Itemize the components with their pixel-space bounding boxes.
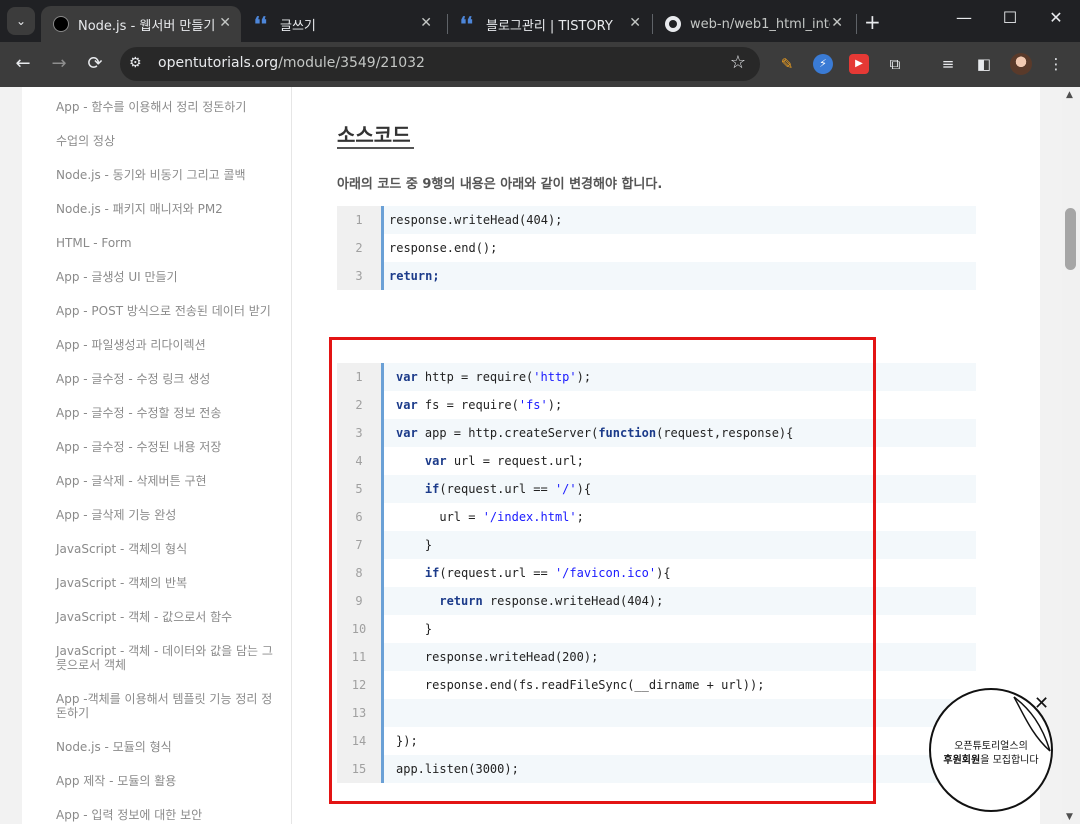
sidebar-item[interactable]: App - 파일생성과 리다이렉션 bbox=[56, 338, 280, 352]
minimize-button[interactable]: — bbox=[941, 8, 987, 27]
lesson-sidebar: App - 함수를 이용해서 정리 정돈하기 수업의 정상 Node.js - … bbox=[22, 87, 292, 824]
sidebar-item[interactable]: JavaScript - 객체 - 값으로서 함수 bbox=[56, 610, 280, 624]
browser-toolbar: ← → ⟳ ⚙ opentutorials.org/module/3549/21… bbox=[0, 42, 1080, 87]
scroll-thumb[interactable] bbox=[1065, 208, 1076, 270]
close-window-button[interactable]: ✕ bbox=[1033, 8, 1079, 27]
address-bar[interactable]: ⚙ opentutorials.org/module/3549/21032 ☆ bbox=[120, 47, 760, 81]
code-line: return; bbox=[389, 262, 440, 290]
side-panel-icon[interactable]: ◧ bbox=[974, 54, 994, 74]
tab-write-post[interactable]: ❛❛ 글쓰기 ✕ bbox=[242, 6, 442, 42]
close-icon[interactable]: ✕ bbox=[219, 15, 231, 31]
tab-title: 블로그관리 | TISTORY bbox=[486, 18, 613, 34]
site-info-icon[interactable]: ⚙ bbox=[129, 55, 147, 73]
url-path: /module/3549/21032 bbox=[278, 55, 425, 71]
code-row: 1 response.writeHead(404); bbox=[337, 206, 976, 234]
promo-line-1: 오픈튜토리얼스의 bbox=[954, 741, 1028, 752]
code-text: response.end(); bbox=[389, 241, 498, 255]
sidebar-item[interactable]: App - 글삭제 - 삭제버튼 구현 bbox=[56, 474, 280, 488]
page-margin-left bbox=[0, 87, 22, 824]
tistory-quote-icon: ❛❛ bbox=[254, 12, 267, 36]
code-line: response.end(); bbox=[389, 234, 497, 262]
code-text: return; bbox=[389, 269, 440, 283]
extension-video-icon[interactable]: ▶ bbox=[849, 54, 869, 74]
promo-rest: 을 모집합니다 bbox=[980, 755, 1039, 766]
extension-person-icon[interactable]: ✎ bbox=[777, 54, 797, 74]
scroll-down-arrow-icon[interactable]: ▼ bbox=[1066, 812, 1073, 822]
sidebar-item[interactable]: App - 글삭제 기능 완성 bbox=[56, 508, 280, 522]
sidebar-item[interactable]: App -객체를 이용해서 템플릿 기능 정리 정돈하기 bbox=[56, 692, 280, 720]
promo-line-2: 후원회원을 모집합니다 bbox=[939, 754, 1043, 768]
gutter-border bbox=[381, 206, 384, 290]
tistory-quote-icon: ❛❛ bbox=[460, 12, 473, 36]
reload-button[interactable]: ⟳ bbox=[84, 53, 106, 74]
sponsor-promo-text[interactable]: 오픈튜토리얼스의 후원회원을 모집합니다 bbox=[939, 740, 1043, 768]
tab-github-repo[interactable]: web-n/web1_html_interr ✕ bbox=[653, 6, 853, 42]
tab-separator bbox=[856, 14, 857, 34]
line-number: 2 bbox=[337, 234, 381, 262]
reading-list-icon[interactable]: ≡ bbox=[938, 54, 958, 74]
sidebar-item[interactable]: App - 글생성 UI 만들기 bbox=[56, 270, 280, 284]
line-number: 1 bbox=[337, 206, 381, 234]
extension-bolt-icon[interactable]: ⚡ bbox=[813, 54, 833, 74]
tab-title: Node.js - 웹서버 만들기 bbox=[78, 18, 216, 34]
highlight-annotation-box bbox=[329, 337, 876, 804]
code-line: response.writeHead(404); bbox=[389, 206, 562, 234]
vertical-scrollbar[interactable]: ▲ ▼ bbox=[1062, 87, 1080, 824]
sidebar-item[interactable]: Node.js - 패키지 매니저와 PM2 bbox=[56, 202, 280, 216]
sidebar-item[interactable]: App - 글수정 - 수정 링크 생성 bbox=[56, 372, 280, 386]
sidebar-item[interactable]: App - 입력 정보에 대한 보안 bbox=[56, 808, 280, 822]
close-icon[interactable]: ✕ bbox=[420, 15, 432, 31]
code-snippet-1: 1 response.writeHead(404); 2 response.en… bbox=[337, 206, 976, 290]
tab-title: web-n/web1_html_interr bbox=[690, 16, 830, 32]
sidebar-item[interactable]: JavaScript - 객체의 형식 bbox=[56, 542, 280, 556]
new-tab-button[interactable]: + bbox=[864, 10, 881, 34]
profile-avatar[interactable] bbox=[1010, 53, 1032, 75]
tab-search-button[interactable]: ⌄ bbox=[7, 7, 35, 35]
close-icon[interactable]: ✕ bbox=[629, 15, 641, 31]
sidebar-item[interactable]: App - 함수를 이용해서 정리 정돈하기 bbox=[56, 100, 280, 114]
forward-button[interactable]: → bbox=[48, 53, 70, 74]
code-row: 2 response.end(); bbox=[337, 234, 976, 262]
tab-blog-admin[interactable]: ❛❛ 블로그관리 | TISTORY ✕ bbox=[448, 6, 651, 42]
heading-underline bbox=[337, 147, 414, 149]
sidebar-item[interactable]: Node.js - 모듈의 형식 bbox=[56, 740, 280, 754]
sidebar-item[interactable]: JavaScript - 객체의 반복 bbox=[56, 576, 280, 590]
sidebar-item[interactable]: App - POST 방식으로 전송된 데이터 받기 bbox=[56, 304, 280, 318]
close-icon[interactable]: ✕ bbox=[1034, 693, 1049, 714]
bookmark-star-icon[interactable]: ☆ bbox=[730, 52, 746, 73]
sidebar-item[interactable]: App 제작 - 모듈의 활용 bbox=[56, 774, 280, 788]
back-button[interactable]: ← bbox=[12, 53, 34, 74]
tab-title: 글쓰기 bbox=[280, 18, 316, 34]
code-text: response.writeHead(404); bbox=[389, 213, 563, 227]
chevron-down-icon: ⌄ bbox=[15, 14, 27, 28]
more-menu-icon[interactable]: ⋮ bbox=[1046, 54, 1066, 74]
maximize-button[interactable]: ☐ bbox=[987, 8, 1033, 27]
section-heading: 소스코드 bbox=[337, 123, 411, 147]
tab-nodejs-webserver[interactable]: Node.js - 웹서버 만들기 ✕ bbox=[41, 6, 241, 42]
github-icon bbox=[665, 16, 681, 32]
code-row: 3 return; bbox=[337, 262, 976, 290]
sidebar-item[interactable]: App - 글수정 - 수정할 정보 전송 bbox=[56, 406, 280, 420]
sidebar-item[interactable]: HTML - Form bbox=[56, 236, 280, 250]
nodejs-favicon-icon bbox=[53, 16, 69, 32]
sidebar-item[interactable]: JavaScript - 객체 - 데이터와 값을 담는 그릇으로서 객체 bbox=[56, 644, 280, 672]
scroll-up-arrow-icon[interactable]: ▲ bbox=[1066, 90, 1073, 100]
promo-bold: 후원회원 bbox=[943, 755, 981, 766]
url-text[interactable]: opentutorials.org/module/3549/21032 bbox=[158, 55, 425, 71]
sidebar-item[interactable]: App - 글수정 - 수정된 내용 저장 bbox=[56, 440, 280, 454]
sidebar-item[interactable]: 수업의 정상 bbox=[56, 134, 280, 148]
tab-strip: ⌄ Node.js - 웹서버 만들기 ✕ ❛❛ 글쓰기 ✕ ❛❛ 블로그관리 … bbox=[0, 0, 1080, 42]
code-change-note: 아래의 코드 중 9행의 내용은 아래와 같이 변경해야 합니다. bbox=[337, 177, 663, 192]
line-number: 3 bbox=[337, 262, 381, 290]
sidebar-item[interactable]: Node.js - 동기와 비동기 그리고 콜백 bbox=[56, 168, 280, 182]
close-icon[interactable]: ✕ bbox=[831, 15, 843, 31]
url-host: opentutorials.org bbox=[158, 55, 279, 71]
extensions-puzzle-icon[interactable]: ⧉ bbox=[885, 54, 905, 74]
